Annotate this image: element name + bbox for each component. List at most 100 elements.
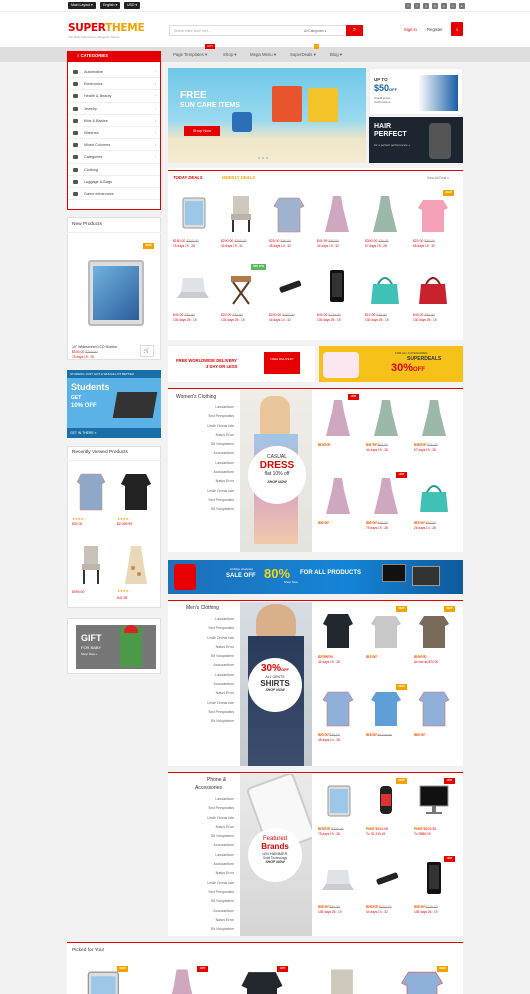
category-item[interactable]: Mixed Columns › [68,139,160,152]
subcategory-link[interactable]: Sit Voluptatem [172,654,234,663]
product-image[interactable] [221,192,261,236]
nav-mega-menu[interactable]: Mega Menu ▾ [250,52,276,58]
product-image[interactable] [318,608,358,652]
product-image[interactable] [413,266,453,310]
product-image[interactable] [173,192,213,236]
category-item[interactable]: Game electronics [68,188,160,201]
product-image[interactable] [318,858,358,902]
product-image[interactable] [117,466,155,514]
hero-shop-button[interactable]: Shop Now [184,126,220,136]
subcategory-link[interactable]: Accusantium [172,451,234,460]
product-image[interactable] [366,780,406,824]
product-image[interactable] [117,540,155,588]
dress-banner[interactable]: CASUAL DRESS flat 10% off SHOP NOW [240,390,312,552]
category-item[interactable]: Luggage & Bags [68,176,160,188]
category-item[interactable]: Clothing [68,164,160,176]
subcategory-link[interactable]: Sed Perspiciatis [172,498,234,507]
nav-shop[interactable]: Shop ▾ [223,52,236,58]
category-item[interactable]: Kids & Babies › [68,115,160,127]
search-input[interactable]: Search entire store here... [174,29,211,33]
hero-banner[interactable]: FREE SUN CARE ITEMS Shop Now [168,68,366,163]
subcategory-link[interactable]: Unde Omnis Iste [172,636,234,645]
subcategory-link[interactable]: Laudantium [172,673,234,682]
subcategory-link[interactable]: Natus Error [172,691,234,700]
subcategory-link[interactable]: Sit Voluptatem [172,899,234,908]
product-image[interactable] [317,266,357,310]
category-item[interactable]: Automotive › [68,66,160,79]
subcategory-link[interactable]: Sit Voluptatem [172,834,234,843]
product-image[interactable] [366,396,406,440]
product-image[interactable] [269,266,309,310]
language-select[interactable]: English ▾ [100,2,121,9]
gift-cta[interactable]: Shop Now » [81,652,97,656]
googleplus-icon[interactable]: g [423,3,429,9]
subcategory-link[interactable]: Natus Error [172,645,234,654]
product-image[interactable] [269,192,309,236]
subcategory-link[interactable]: Unde Omnis Iste [172,701,234,710]
nav-superdeals[interactable]: SuperDeals ▾ [290,52,316,58]
category-item[interactable]: Jewelry › [68,103,160,115]
subcategory-link[interactable]: Sit Voluptatem [172,719,234,728]
gift-banner[interactable]: GIFT FOR BABY Shop Now » [67,618,161,674]
product-image[interactable] [365,192,405,236]
subcategory-link[interactable]: Natus Error [172,825,234,834]
pinterest-icon[interactable]: p [441,3,447,9]
student-banner[interactable]: STUDENG JUST GOT A WHOLE LOT BETTER Stud… [67,370,161,438]
subcategory-link[interactable]: Sed Perspiciatis [172,414,234,423]
subcategory-link[interactable]: Sit Voluptatem [172,507,234,516]
facebook-icon[interactable]: f [405,3,411,9]
subcategory-link[interactable]: Laudantium [172,405,234,414]
product-image[interactable] [366,858,406,902]
product-image[interactable] [318,686,358,730]
product-image[interactable] [317,192,357,236]
subcategory-link[interactable]: Laudantium [172,797,234,806]
delivery-banner[interactable]: FREE WORLDWIDE DELIVERY 3 DAY OR LESS FR… [168,346,315,382]
subcategory-link[interactable]: Natus Error [172,433,234,442]
subcategory-link[interactable]: Sit Voluptatem [172,927,234,936]
oralb-promo[interactable]: UP TO $50OFF Oral-B power toothbrushes [369,68,463,115]
subcategory-link[interactable]: Laudantium [172,853,234,862]
tab-weekly-deals[interactable]: WEEKLY DEALS [222,175,255,180]
product-image[interactable] [318,780,358,824]
product-name[interactable]: 19" Widescreen LCD Monitor [72,345,117,349]
subcategory-link[interactable]: Accusantium [172,682,234,691]
layout-select[interactable]: Main Layout ▾ [68,2,96,9]
subcategory-link[interactable]: Unde Omnis Iste [172,489,234,498]
rss-icon[interactable]: ≈ [450,3,456,9]
category-item[interactable]: Health & Beauty › [68,90,160,103]
categories-header[interactable]: ≡ CATEGORIES [67,51,161,61]
twitter-icon[interactable]: t [414,3,420,9]
product-image[interactable] [366,686,406,730]
subcategory-link[interactable]: Natus Error [172,871,234,880]
product-image[interactable] [318,474,358,518]
shirts-banner[interactable]: 30%OFF ALL GENTS SHIRTS SHOP NOW [240,602,312,766]
register-link[interactable]: Register [427,27,443,32]
tab-today-deals[interactable]: TODAY DEALS [173,175,203,180]
subcategory-link[interactable]: Sed Perspiciatis [172,710,234,719]
subcategory-link[interactable]: Sit Voluptatem [172,442,234,451]
subcategory-link[interactable]: Sed Perspiciatis [172,890,234,899]
product-image[interactable] [414,474,454,518]
subcategory-link[interactable]: Accusantium [172,909,234,918]
product-image[interactable] [413,192,453,236]
view-all-deals-link[interactable]: View All Deal » [427,176,449,180]
subcategory-link[interactable]: Laudantium [172,617,234,626]
product-image[interactable] [72,466,110,514]
holiday-shop[interactable]: Shop Now [284,580,298,584]
product-image[interactable] [221,266,261,310]
nav-blog[interactable]: Blog ▾ [330,52,342,58]
signin-link[interactable]: Sign in [404,27,417,32]
product-image[interactable] [414,608,454,652]
product-image[interactable] [414,396,454,440]
product-image[interactable] [414,686,454,730]
youtube-icon[interactable]: ▸ [459,3,465,9]
product-image[interactable] [365,266,405,310]
product-image[interactable] [414,780,454,824]
subcategory-link[interactable]: Accusantium [172,470,234,479]
subcategory-link[interactable]: Accusantium [172,663,234,672]
subcategory-link[interactable]: Sed Perspiciatis [172,806,234,815]
subcategory-link[interactable]: Accusantium [172,862,234,871]
superdeals-banner[interactable]: FOR ALL CATEGORIES SUPERDEALS 30%OFF [319,346,463,382]
search-category-select[interactable]: All Categories ▾ [304,29,326,33]
holiday-banner[interactable]: Holiday shopping SALE OFF 80% FOR ALL PR… [168,560,463,594]
